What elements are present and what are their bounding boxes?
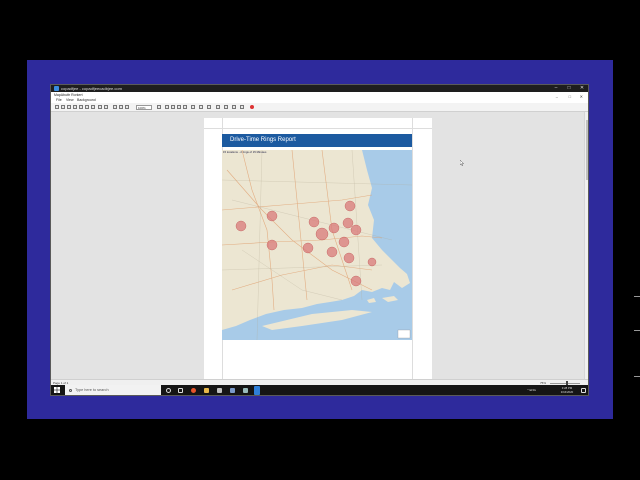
search-placeholder: Type here to search	[75, 388, 109, 392]
toolbar-email-icon[interactable]	[91, 105, 95, 109]
drive-time-map: 15 locations - 2 rings of 15 Minutes	[222, 150, 412, 340]
toolbar-zoom-icon[interactable]	[157, 105, 161, 109]
report-viewer: Drive-Time Rings Report 15 locations - 2…	[51, 112, 586, 379]
vertical-scrollbar[interactable]	[584, 112, 588, 379]
toolbar-print-icon[interactable]	[67, 105, 71, 109]
edge-mark	[634, 296, 640, 297]
window-title: copadfjee - copadfjeecadbjee.com	[61, 86, 122, 91]
toolbar-zoom-out-icon[interactable]	[119, 105, 123, 109]
app-icon	[54, 86, 59, 91]
document-title: MapAbuttr Rorkert	[54, 93, 83, 97]
next-page-icon[interactable]	[177, 105, 181, 109]
tools-icon[interactable]	[243, 388, 248, 393]
window-titlebar: copadfjee - copadfjeecadbjee.com – □ ✕	[51, 85, 588, 92]
network-app-icon[interactable]	[230, 388, 235, 393]
mouse-cursor-icon	[460, 160, 464, 166]
watermark-icon[interactable]	[207, 105, 211, 109]
toolbar-page-setup-icon[interactable]	[79, 105, 83, 109]
send-icon[interactable]	[232, 105, 236, 109]
close-button[interactable]: ✕	[576, 85, 588, 92]
taskbar: Type here to search ^ ENG 3:28 PM 3/16/2…	[51, 385, 588, 395]
previous-page-icon[interactable]	[171, 105, 175, 109]
system-tray[interactable]: ^ ENG	[527, 388, 536, 395]
doc-close-button[interactable]: ✕	[580, 94, 583, 99]
maximize-button[interactable]: □	[563, 85, 575, 92]
options-icon[interactable]	[240, 105, 244, 109]
file-explorer-icon[interactable]	[204, 388, 209, 393]
taskbar-clock[interactable]: 3:28 PM 3/16/2020	[556, 386, 578, 394]
toolbar-print-preview-icon[interactable]	[73, 105, 77, 109]
toolbar: 100%	[51, 103, 588, 112]
toolbar-layout-icon[interactable]	[104, 105, 108, 109]
report-page: Drive-Time Rings Report 15 locations - 2…	[204, 118, 432, 379]
firefox-icon[interactable]	[191, 388, 196, 393]
scrollbar-thumb[interactable]	[585, 120, 588, 180]
menu-background[interactable]: Background	[77, 98, 96, 102]
map-subtitle: 15 locations - 2 rings of 15 Minutes	[223, 150, 267, 154]
mail-icon[interactable]	[217, 388, 222, 393]
menu-file[interactable]: File	[56, 98, 62, 102]
stop-icon[interactable]	[250, 105, 254, 109]
report-title: Drive-Time Rings Report	[222, 134, 412, 147]
menu-view[interactable]: View	[66, 98, 74, 102]
doc-minimize-button[interactable]: –	[556, 94, 558, 99]
multipage-icon[interactable]	[191, 105, 195, 109]
toolbar-zoom-in-icon[interactable]	[125, 105, 129, 109]
search-icon	[69, 389, 72, 392]
toolbar-open-icon[interactable]	[55, 105, 59, 109]
margin-guide	[412, 118, 413, 379]
export-pdf-icon[interactable]	[224, 105, 228, 109]
margin-guide	[204, 128, 432, 129]
screen: copadfjee - copadfjeecadbjee.com – □ ✕ M…	[0, 0, 640, 480]
notifications-icon[interactable]	[581, 388, 586, 393]
first-page-icon[interactable]	[165, 105, 169, 109]
task-view-icon[interactable]	[178, 388, 183, 393]
edge-mark	[634, 376, 640, 377]
app-window: copadfjee - copadfjeecadbjee.com – □ ✕ M…	[50, 84, 589, 396]
toolbar-find-icon[interactable]	[98, 105, 102, 109]
toolbar-save-icon[interactable]	[61, 105, 65, 109]
background-icon[interactable]	[199, 105, 203, 109]
active-app-icon[interactable]	[254, 386, 260, 395]
map-graphic	[222, 150, 412, 340]
zoom-select[interactable]: 100%	[136, 104, 152, 110]
taskbar-search-box[interactable]: Type here to search	[65, 385, 161, 395]
menu-bar: MapAbuttr Rorkert File View Background –…	[51, 92, 588, 103]
windows-start-icon[interactable]	[54, 387, 60, 393]
toolbar-export-icon[interactable]	[85, 105, 89, 109]
scale-icon[interactable]	[216, 105, 220, 109]
minimize-button[interactable]: –	[550, 85, 562, 92]
last-page-icon[interactable]	[183, 105, 187, 109]
clock-date: 3/16/2020	[560, 390, 574, 394]
doc-maximize-button[interactable]: □	[569, 94, 571, 99]
toolbar-hand-icon[interactable]	[113, 105, 117, 109]
edge-mark	[634, 330, 640, 331]
zoom-slider[interactable]	[550, 382, 580, 384]
cortana-icon[interactable]	[166, 388, 171, 393]
